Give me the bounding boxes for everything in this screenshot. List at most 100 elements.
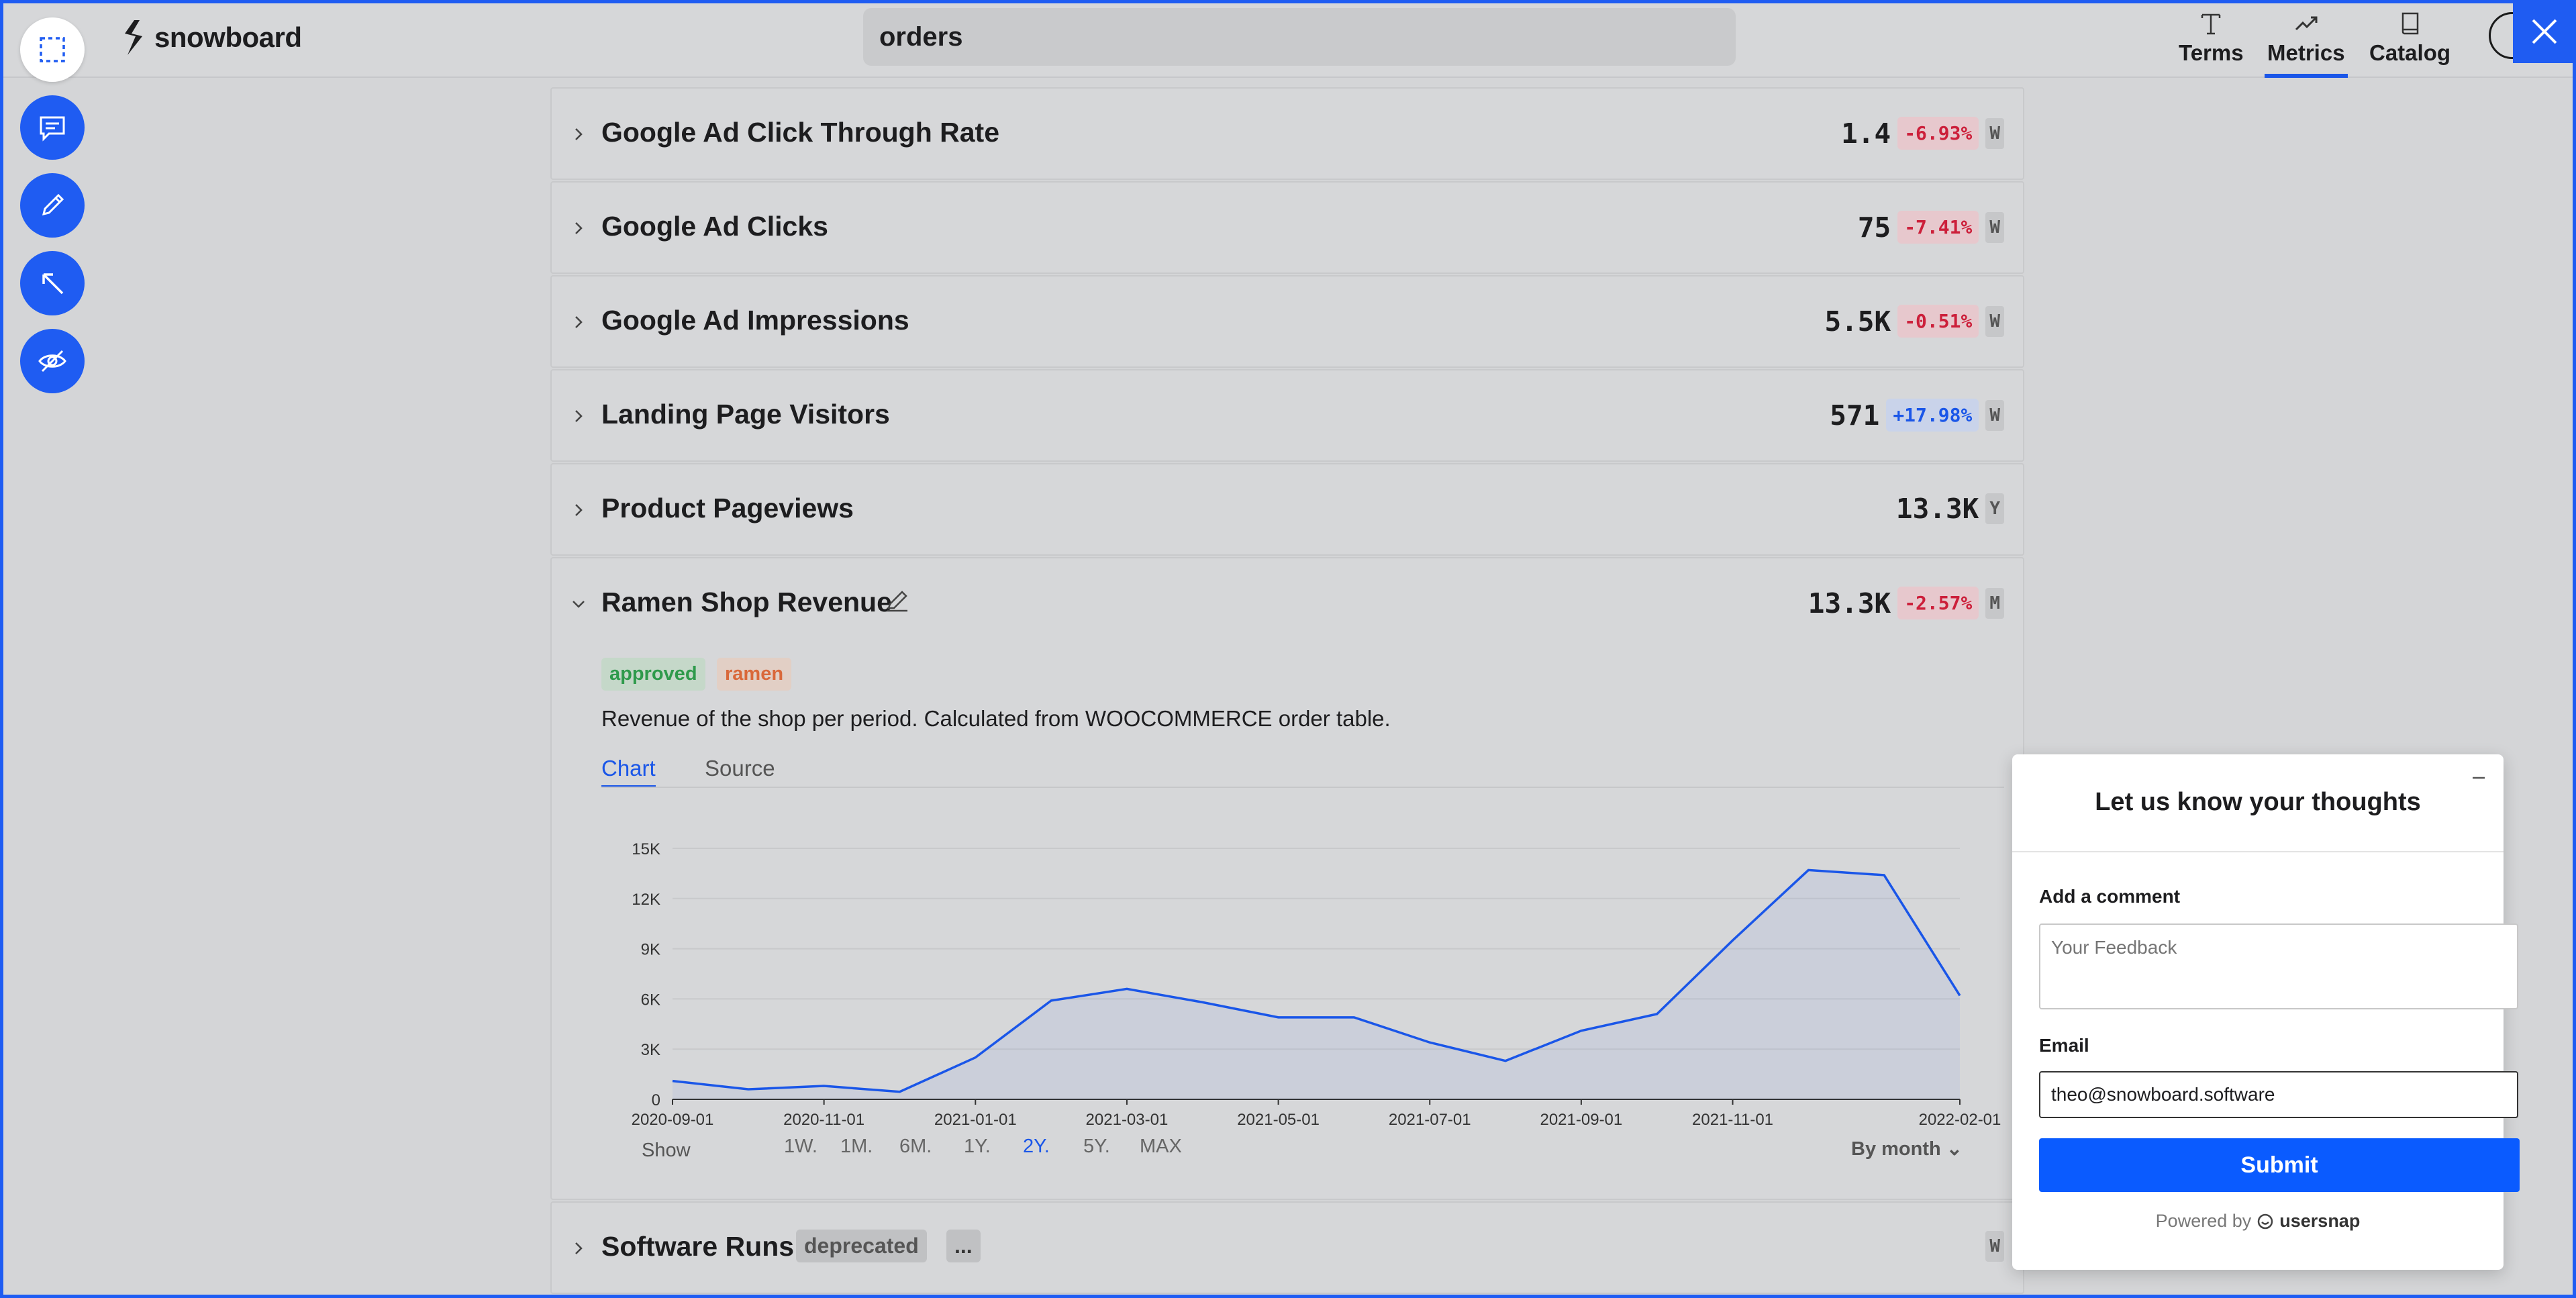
data-point bbox=[897, 1089, 902, 1095]
range-button[interactable]: 1M. bbox=[840, 1136, 873, 1158]
data-point bbox=[1654, 1011, 1660, 1017]
granularity-select[interactable]: By month ⌄ bbox=[1851, 1137, 1963, 1160]
powered-by-label: Powered by bbox=[2155, 1211, 2252, 1231]
data-point bbox=[1200, 999, 1205, 1005]
range-button[interactable]: 6M. bbox=[899, 1136, 932, 1158]
revenue-chart[interactable]: 0 3K 6K 9K 12K 15K 2020-09-01 2020-11-01 2021-01… bbox=[552, 558, 2026, 1201]
arrow-icon bbox=[42, 273, 64, 295]
top-header: snowboard orders Terms Metrics Catalog bbox=[0, 0, 2576, 78]
arrow-tool[interactable] bbox=[20, 251, 85, 315]
pen-icon bbox=[42, 193, 64, 216]
trend-icon bbox=[2295, 16, 2318, 31]
metric-name[interactable]: Google Ad Click Through Rate bbox=[601, 117, 999, 148]
x-tick-label: 2021-05-01 bbox=[1237, 1111, 1320, 1129]
comment-tool[interactable] bbox=[20, 95, 85, 160]
y-tick-label: 9K bbox=[641, 941, 660, 959]
range-button[interactable]: 5Y. bbox=[1083, 1136, 1110, 1158]
series-area bbox=[673, 870, 1960, 1099]
search-input[interactable]: orders bbox=[879, 22, 963, 52]
feedback-widget: Let us know your thoughts Add a comment … bbox=[2012, 754, 2520, 1270]
metric-row[interactable]: Google Ad Click Through Rate 1.4 -6.93% … bbox=[550, 87, 2024, 180]
metric-change: -6.93% bbox=[1897, 117, 1979, 150]
close-button[interactable] bbox=[2513, 0, 2576, 63]
metric-name[interactable]: Product Pageviews bbox=[601, 493, 854, 524]
hide-tool[interactable] bbox=[20, 329, 85, 393]
metric-name[interactable]: Landing Page Visitors bbox=[601, 399, 890, 430]
pen-tool[interactable] bbox=[20, 173, 85, 238]
feedback-divider bbox=[2012, 851, 2504, 852]
chevron-right-icon[interactable] bbox=[572, 128, 585, 141]
hide-icon bbox=[38, 350, 66, 372]
select-area-tool[interactable] bbox=[20, 17, 85, 82]
range-button[interactable]: 1W. bbox=[784, 1136, 818, 1158]
metric-name[interactable]: Google Ad Impressions bbox=[601, 305, 909, 336]
range-button[interactable]: MAX bbox=[1140, 1136, 1182, 1158]
data-point bbox=[822, 1083, 827, 1089]
more-button[interactable]: ... bbox=[946, 1230, 981, 1262]
chevron-right-icon[interactable] bbox=[572, 409, 585, 423]
range-show-label: Show bbox=[642, 1140, 691, 1161]
metric-value: 75 bbox=[1857, 211, 1891, 244]
x-tick-label: 2021-01-01 bbox=[934, 1111, 1017, 1129]
x-tick-label: 2022-02-01 bbox=[1919, 1111, 2001, 1129]
metric-row[interactable]: Google Ad Impressions 5.5K -0.51% W bbox=[550, 275, 2024, 368]
x-tick-label: 2021-11-01 bbox=[1692, 1111, 1773, 1129]
deprecated-badge: deprecated bbox=[796, 1230, 927, 1262]
metric-row[interactable]: Google Ad Clicks 75 -7.41% W bbox=[550, 181, 2024, 274]
feedback-textarea[interactable] bbox=[2039, 923, 2518, 1009]
data-point bbox=[1427, 1040, 1432, 1045]
metric-period: W bbox=[1985, 305, 2004, 337]
email-label: Email bbox=[2039, 1035, 2089, 1056]
metric-period: W bbox=[1985, 399, 2004, 431]
metric-value: 13.3K bbox=[1895, 493, 1979, 525]
x-tick-label: 2021-03-01 bbox=[1086, 1111, 1169, 1129]
chevron-down-icon: ⌄ bbox=[1946, 1138, 1963, 1160]
metric-value: 5.5K bbox=[1824, 305, 1891, 338]
data-point bbox=[1730, 938, 1736, 943]
range-button[interactable]: 2Y. bbox=[1023, 1136, 1050, 1158]
app-name: snowboard bbox=[154, 21, 302, 53]
email-field[interactable] bbox=[2039, 1071, 2518, 1118]
x-tick-label: 2021-07-01 bbox=[1389, 1111, 1471, 1129]
metric-row[interactable]: Product Pageviews 13.3K Y bbox=[550, 463, 2024, 556]
nav-label-catalog: Catalog bbox=[2369, 40, 2451, 65]
y-tick-label: 0 bbox=[652, 1091, 660, 1109]
powered-by: Powered by usersnap bbox=[2012, 1211, 2504, 1232]
metric-row-expanded: Ramen Shop Revenue 13.3K -2.57% M approv… bbox=[550, 557, 2024, 1200]
metric-list: Google Ad Click Through Rate 1.4 -6.93% … bbox=[550, 87, 2024, 1295]
chevron-right-icon[interactable] bbox=[572, 503, 585, 517]
metric-row[interactable]: Landing Page Visitors 571 +17.98% W bbox=[550, 369, 2024, 462]
nav-terms[interactable]: Terms bbox=[2179, 9, 2244, 77]
chevron-right-icon[interactable] bbox=[572, 1242, 585, 1255]
app-logo[interactable]: snowboard bbox=[121, 17, 302, 58]
minimize-icon[interactable] bbox=[2469, 768, 2489, 788]
range-button[interactable]: 1Y. bbox=[964, 1136, 991, 1158]
text-icon bbox=[2201, 13, 2221, 35]
data-point bbox=[1124, 986, 1130, 991]
usersnap-logo-icon bbox=[2258, 1213, 2273, 1229]
data-point bbox=[973, 1055, 978, 1060]
metric-period: Y bbox=[1985, 493, 2004, 524]
metric-name[interactable]: Google Ad Clicks bbox=[601, 211, 828, 242]
chevron-right-icon[interactable] bbox=[572, 315, 585, 329]
nav-metrics[interactable]: Metrics bbox=[2265, 9, 2348, 78]
data-point bbox=[1805, 867, 1811, 872]
metric-change: -7.41% bbox=[1897, 211, 1979, 244]
x-tick-label: 2020-11-01 bbox=[783, 1111, 864, 1129]
metric-change: +17.98% bbox=[1886, 399, 1979, 432]
search-bar[interactable]: orders bbox=[863, 8, 1736, 66]
metric-name[interactable]: Software Runs bbox=[601, 1231, 794, 1262]
close-icon bbox=[2532, 19, 2557, 44]
feedback-title: Let us know your thoughts bbox=[2095, 788, 2421, 816]
metric-row[interactable]: Software Runs deprecated ... W bbox=[550, 1201, 2024, 1294]
comment-label: Add a comment bbox=[2039, 886, 2181, 907]
metric-period: W bbox=[1985, 211, 2004, 243]
nav-catalog[interactable]: Catalog bbox=[2369, 9, 2450, 77]
snowboard-logo-icon bbox=[125, 20, 142, 55]
data-point bbox=[1276, 1015, 1281, 1020]
nav-label-terms: Terms bbox=[2179, 40, 2244, 65]
submit-button[interactable]: Submit bbox=[2039, 1138, 2520, 1192]
usersnap-brand: usersnap bbox=[2279, 1211, 2361, 1231]
nav-label-metrics: Metrics bbox=[2267, 40, 2345, 65]
chevron-right-icon[interactable] bbox=[572, 221, 585, 235]
